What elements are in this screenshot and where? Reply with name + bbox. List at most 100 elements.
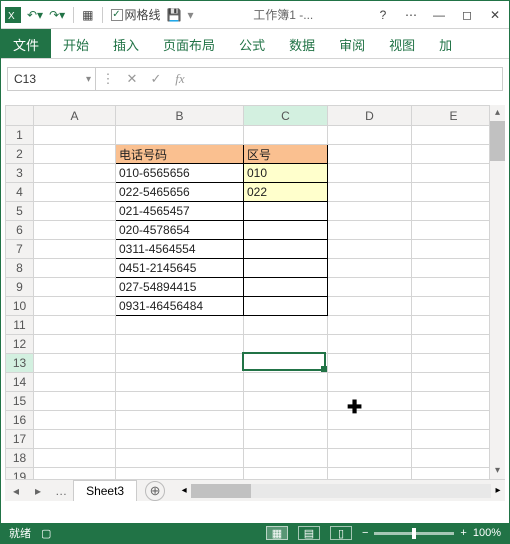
row-header[interactable]: 15 <box>6 392 34 411</box>
row-header[interactable]: 19 <box>6 468 34 480</box>
cell[interactable] <box>34 183 116 202</box>
sheet-tab-active[interactable]: Sheet3 <box>73 480 137 501</box>
cell[interactable] <box>412 373 490 392</box>
spreadsheet-grid[interactable]: ABCDE12电话号码区号3010-65656560104022-5465656… <box>5 105 489 479</box>
zoom-slider[interactable] <box>374 532 454 535</box>
cell[interactable] <box>412 411 490 430</box>
row-header[interactable]: 2 <box>6 145 34 164</box>
row-header[interactable]: 14 <box>6 373 34 392</box>
redo-icon[interactable]: ↷▾ <box>49 8 65 22</box>
cell[interactable] <box>412 183 490 202</box>
add-sheet-button[interactable]: ⊕ <box>145 481 165 501</box>
cell[interactable] <box>244 297 328 316</box>
row-header[interactable]: 16 <box>6 411 34 430</box>
cell[interactable] <box>34 221 116 240</box>
vertical-scrollbar[interactable]: ▴ ▾ <box>489 105 505 479</box>
maximize-button[interactable]: ◻ <box>457 8 477 22</box>
cell[interactable] <box>328 278 412 297</box>
cell[interactable]: 0311-4564554 <box>116 240 244 259</box>
cell[interactable] <box>34 202 116 221</box>
col-header-D[interactable]: D <box>328 106 412 126</box>
cell[interactable] <box>412 259 490 278</box>
cell[interactable] <box>244 221 328 240</box>
cell[interactable]: 010-6565656 <box>116 164 244 183</box>
cell[interactable] <box>244 468 328 480</box>
cell[interactable] <box>328 316 412 335</box>
cell[interactable] <box>244 335 328 354</box>
cell[interactable] <box>244 240 328 259</box>
cell[interactable] <box>244 430 328 449</box>
cell[interactable] <box>412 221 490 240</box>
cell[interactable] <box>244 126 328 145</box>
cell[interactable] <box>244 202 328 221</box>
cell[interactable] <box>412 278 490 297</box>
cell[interactable] <box>412 202 490 221</box>
cell[interactable] <box>244 411 328 430</box>
cell[interactable]: 0931-46456484 <box>116 297 244 316</box>
cell[interactable] <box>116 392 244 411</box>
sheet-nav-next-icon[interactable]: ▸ <box>27 484 49 498</box>
row-header[interactable]: 1 <box>6 126 34 145</box>
tab-formulas[interactable]: 公式 <box>227 29 277 58</box>
cell[interactable]: 022-5465656 <box>116 183 244 202</box>
cell[interactable] <box>412 430 490 449</box>
cell[interactable] <box>116 126 244 145</box>
cell[interactable] <box>328 145 412 164</box>
row-header[interactable]: 6 <box>6 221 34 240</box>
scroll-down-icon[interactable]: ▾ <box>490 463 505 479</box>
enter-icon[interactable]: ✓ <box>144 68 168 90</box>
zoom-control[interactable]: − + 100% <box>362 527 501 539</box>
cell[interactable]: 020-4578654 <box>116 221 244 240</box>
cell[interactable] <box>412 240 490 259</box>
cell[interactable] <box>244 373 328 392</box>
cell[interactable] <box>34 354 116 373</box>
cell[interactable] <box>328 202 412 221</box>
hscroll-left-icon[interactable]: ◂ <box>177 484 191 498</box>
cell[interactable] <box>328 183 412 202</box>
cell[interactable] <box>412 316 490 335</box>
cell[interactable] <box>34 392 116 411</box>
tab-page-layout[interactable]: 页面布局 <box>151 29 227 58</box>
cell[interactable] <box>328 392 412 411</box>
cell[interactable] <box>328 411 412 430</box>
hscroll-right-icon[interactable]: ▸ <box>491 484 505 498</box>
col-header-E[interactable]: E <box>412 106 490 126</box>
scroll-up-icon[interactable]: ▴ <box>490 105 505 121</box>
formula-input[interactable] <box>192 68 502 90</box>
cell[interactable]: 027-54894415 <box>116 278 244 297</box>
cell[interactable] <box>116 411 244 430</box>
cell[interactable] <box>116 468 244 480</box>
cell[interactable] <box>328 335 412 354</box>
cell[interactable] <box>412 145 490 164</box>
zoom-level[interactable]: 100% <box>473 527 501 539</box>
row-header[interactable]: 8 <box>6 259 34 278</box>
cell[interactable] <box>328 468 412 480</box>
cell[interactable] <box>412 354 490 373</box>
view-page-break-button[interactable]: ▯ <box>330 526 352 540</box>
col-header-B[interactable]: B <box>116 106 244 126</box>
cell[interactable] <box>116 335 244 354</box>
cell[interactable] <box>328 221 412 240</box>
row-header[interactable]: 3 <box>6 164 34 183</box>
cancel-icon[interactable]: ✕ <box>120 68 144 90</box>
row-header[interactable]: 17 <box>6 430 34 449</box>
cell[interactable] <box>412 297 490 316</box>
row-header[interactable]: 10 <box>6 297 34 316</box>
chevron-down-icon[interactable]: ▾ <box>86 74 91 85</box>
cell[interactable] <box>34 335 116 354</box>
row-header[interactable]: 7 <box>6 240 34 259</box>
dropdown-icon[interactable]: ⋮ <box>96 68 120 90</box>
cell[interactable] <box>328 430 412 449</box>
cell[interactable] <box>328 373 412 392</box>
zoom-in-button[interactable]: + <box>460 527 466 539</box>
cell[interactable] <box>328 449 412 468</box>
cell[interactable] <box>328 354 412 373</box>
cell[interactable] <box>34 126 116 145</box>
undo-icon[interactable]: ↶▾ <box>27 8 43 22</box>
cell[interactable] <box>34 468 116 480</box>
minimize-button[interactable]: — <box>429 8 449 22</box>
cell[interactable] <box>328 164 412 183</box>
save-icon[interactable]: 💾 <box>167 8 182 22</box>
cell[interactable]: 021-4565457 <box>116 202 244 221</box>
zoom-out-button[interactable]: − <box>362 527 368 539</box>
